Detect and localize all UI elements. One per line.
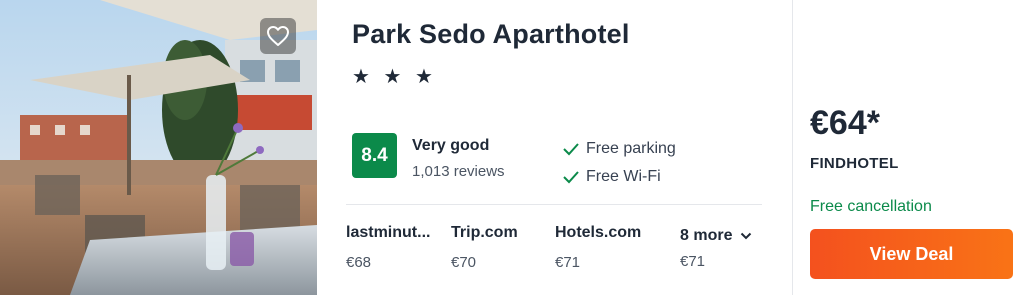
hotel-name[interactable]: Park Sedo Aparthotel	[352, 19, 630, 50]
rating-label: Very good	[412, 137, 490, 154]
provider-price: €71	[555, 254, 581, 271]
score-badge: 8.4	[352, 133, 397, 178]
amenity-free-parking: Free parking	[562, 140, 676, 158]
amenity-free-wifi: Free Wi-Fi	[562, 168, 661, 186]
provider-price: €68	[346, 254, 372, 271]
provider-offer[interactable]: lastminut... €68	[346, 224, 438, 271]
provider-name: Hotels.com	[555, 224, 642, 241]
hotel-card: Park Sedo Aparthotel ★ ★ ★ 8.4 Very good…	[0, 0, 1024, 295]
heart-icon	[267, 26, 289, 46]
check-icon	[563, 171, 579, 184]
check-icon	[563, 143, 579, 156]
deal-provider: FINDHOTEL	[810, 155, 899, 172]
chevron-down-icon	[741, 232, 752, 240]
hotel-photo[interactable]	[0, 0, 317, 295]
amenity-label: Free Wi-Fi	[586, 168, 661, 185]
provider-offer[interactable]: Hotels.com €71	[555, 224, 655, 271]
more-offers-price: €71	[680, 253, 706, 270]
view-deal-button[interactable]: View Deal	[810, 229, 1013, 279]
provider-offer[interactable]: Trip.com €70	[451, 224, 551, 271]
provider-name: lastminut...	[346, 224, 431, 241]
review-count[interactable]: 1,013 reviews	[412, 163, 505, 180]
star-rating: ★ ★ ★	[352, 66, 437, 88]
more-offers-label-row: 8 more	[680, 227, 780, 245]
column-divider	[792, 0, 793, 295]
provider-price: €70	[451, 254, 477, 271]
provider-name: Trip.com	[451, 224, 518, 241]
more-offers-button[interactable]: 8 more €71	[680, 224, 780, 270]
more-offers-label: 8 more	[680, 227, 733, 244]
divider	[346, 204, 762, 205]
favorite-button[interactable]	[260, 18, 296, 54]
deal-price: €64*	[810, 104, 880, 142]
amenity-label: Free parking	[586, 140, 676, 157]
free-cancellation: Free cancellation	[810, 198, 932, 215]
